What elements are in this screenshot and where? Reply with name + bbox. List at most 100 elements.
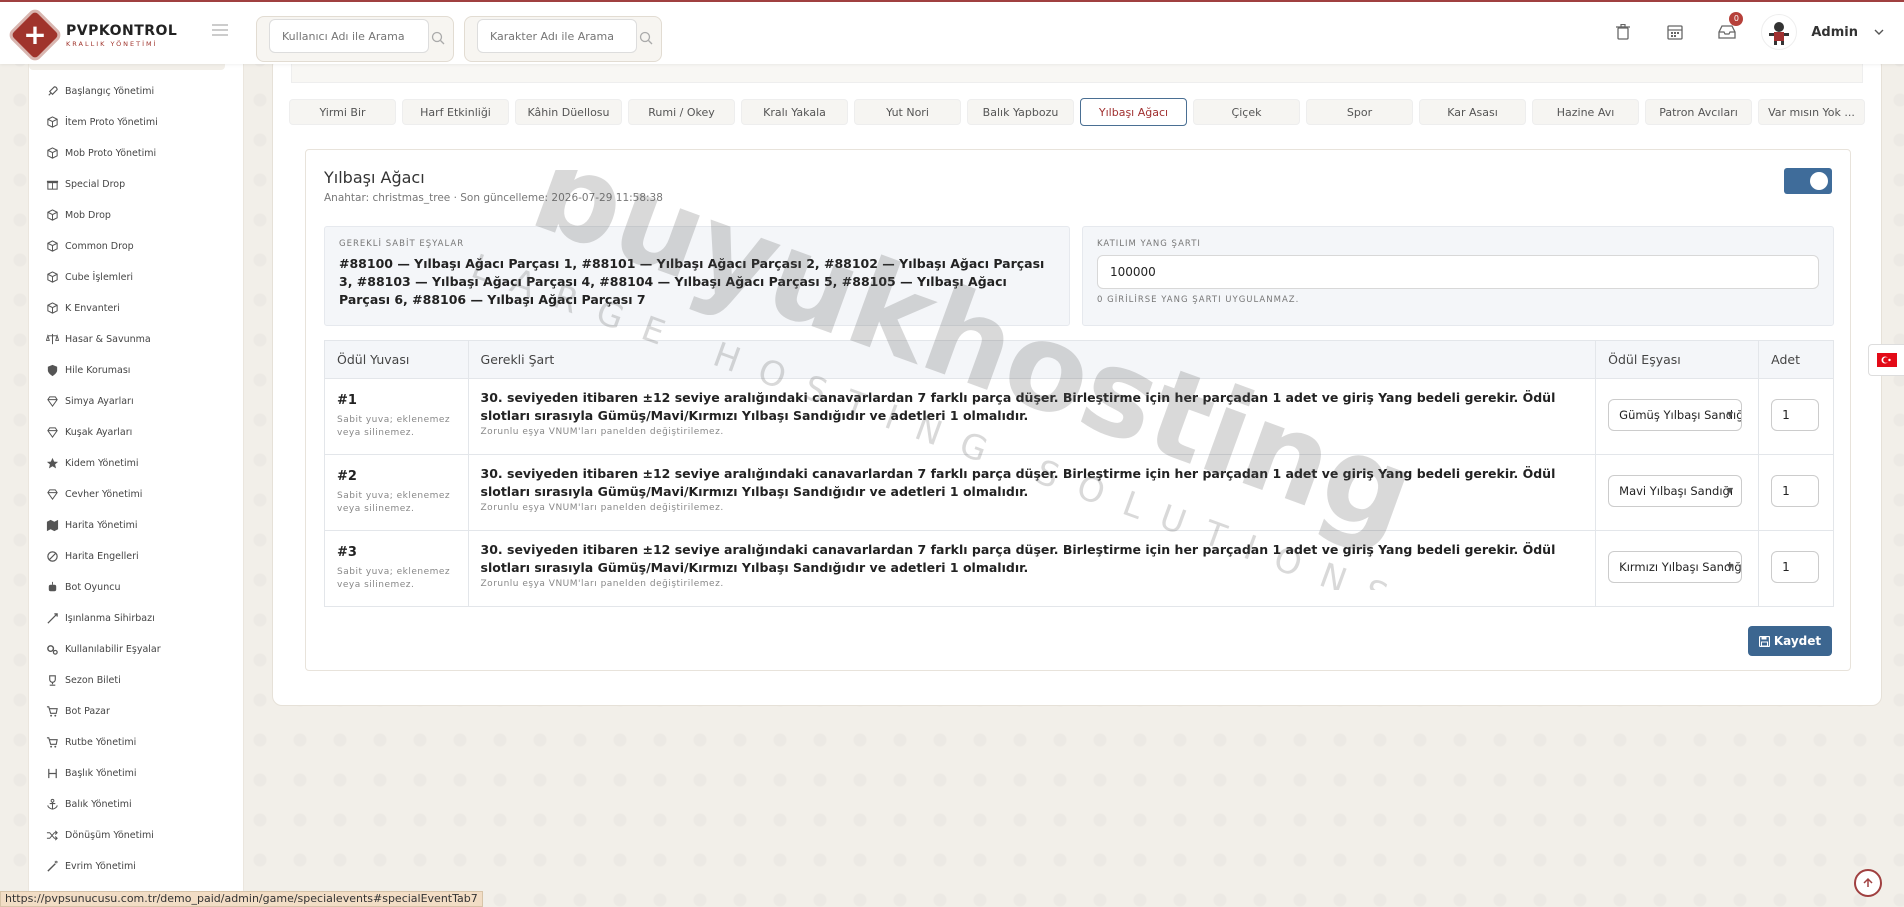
sidebar-item-label: Hasar & Savunma: [65, 333, 151, 345]
sidebar-item[interactable]: Dönüşüm Yönetimi: [29, 820, 245, 850]
search-icon[interactable]: [639, 31, 653, 45]
sidebar-item[interactable]: Kullanılabilir Eşyalar: [29, 634, 245, 664]
sidebar-item-label: Balık Yönetimi: [65, 798, 132, 810]
reward-select[interactable]: Mavi Yılbaşı Sandığı ▼: [1608, 475, 1743, 507]
language-flag-icon[interactable]: [1868, 344, 1904, 376]
sidebar-item[interactable]: Başlık Yönetimi: [29, 758, 245, 788]
tab-event[interactable]: Balık Yapbozu: [967, 99, 1074, 125]
gift-icon: [45, 177, 59, 191]
trash-icon[interactable]: [1597, 14, 1649, 50]
tab-event[interactable]: Harf Etkinliği: [402, 99, 509, 125]
sidebar-item[interactable]: Special Drop: [29, 169, 245, 199]
calendar-icon[interactable]: [1649, 14, 1701, 50]
sidebar-item-label: Başlık Yönetimi: [65, 767, 137, 779]
save-button[interactable]: Kaydet: [1748, 626, 1832, 656]
col-reward: Ödül Eşyası: [1595, 340, 1760, 379]
condition-note: Zorunlu eşya VNUM'ları panelden değiştir…: [480, 427, 724, 437]
sidebar-item[interactable]: Kidem Yönetimi: [29, 448, 245, 478]
gears-icon: [45, 642, 59, 656]
sidebar-item-label: Simya Ayarları: [65, 395, 134, 407]
col-slot: Ödül Yuvası: [324, 340, 469, 379]
gem-icon: [45, 425, 59, 439]
status-url: https://pvpsunucusu.com.tr/demo_paid/adm…: [0, 891, 483, 907]
sidebar-item-label: Kuşak Ayarları: [65, 426, 133, 438]
sidebar-item[interactable]: Bot Oyuncu: [29, 572, 245, 602]
event-enabled-toggle[interactable]: [1784, 168, 1832, 194]
sidebar-item[interactable]: Balık Yönetimi: [29, 789, 245, 819]
brand-logo: +: [10, 10, 60, 60]
sidebar-item[interactable]: Rutbe Yönetimi: [29, 727, 245, 757]
brand[interactable]: + PVPKONTROL KRALLIK YÖNETİMİ: [10, 10, 177, 60]
sidebar-item[interactable]: Mob Drop: [29, 200, 245, 230]
admin-name[interactable]: Admin: [1811, 25, 1858, 40]
avatar[interactable]: [1761, 14, 1798, 50]
inbox-icon[interactable]: 0: [1701, 12, 1753, 50]
quantity-input[interactable]: 1: [1771, 399, 1820, 431]
chevron-down-icon[interactable]: [1874, 29, 1884, 35]
sidebar-item[interactable]: K Envanteri: [29, 293, 245, 323]
sidebar-item[interactable]: Işınlanma Sihirbazı: [29, 603, 245, 633]
slot-number: #2: [337, 469, 357, 484]
gem-icon: [45, 394, 59, 408]
sidebar-item[interactable]: Cevher Yönetimi: [29, 479, 245, 509]
cube-icon: [45, 270, 59, 284]
tab-event[interactable]: Yirmi Bir: [289, 99, 396, 125]
reward-select[interactable]: Gümüş Yılbaşı Sandığı ▼: [1608, 399, 1743, 431]
tab-event[interactable]: Spor: [1306, 99, 1413, 125]
sidebar-item-label: Sezon Bileti: [65, 674, 121, 686]
gem-icon: [45, 487, 59, 501]
sidebar-item[interactable]: Common Drop: [29, 231, 245, 261]
scroll-to-top-button[interactable]: [1854, 869, 1882, 897]
teleport-icon: [45, 611, 59, 625]
heading-icon: [45, 766, 59, 780]
menu-toggle-icon[interactable]: [212, 24, 228, 36]
cube-icon: [45, 146, 59, 160]
tab-event[interactable]: Rumi / Okey: [628, 99, 735, 125]
required-items-text: #88100 — Yılbaşı Ağacı Parçası 1, #88101…: [339, 256, 1045, 307]
sidebar-item[interactable]: İtem Proto Yönetimi: [29, 107, 245, 137]
table-row: #1 Sabit yuva; eklenemez veya silinemez. 3…: [324, 378, 1834, 455]
sidebar-item[interactable]: Sezon Bileti: [29, 665, 245, 695]
tab-event[interactable]: Var mısın Yok ...: [1758, 99, 1865, 125]
tab-event[interactable]: Kâhin Düellosu: [515, 99, 622, 125]
bot-icon: [45, 580, 59, 594]
rewards-table: Ödül Yuvası Gerekli Şart Ödül Eşyası Ade…: [324, 340, 1834, 607]
reward-select[interactable]: Kırmızı Yılbaşı Sandığı ▼: [1608, 551, 1743, 583]
required-items-box: GEREKLİ SABİT EŞYALAR #88100 — Yılbaşı A…: [324, 226, 1070, 326]
arrow-up-icon: [1863, 877, 1873, 887]
tab-event[interactable]: Hazine Avı: [1532, 99, 1639, 125]
tab-event[interactable]: Çiçek: [1193, 99, 1300, 125]
sidebar-item[interactable]: Harita Yönetimi: [29, 510, 245, 540]
sidebar-item[interactable]: Hasar & Savunma: [29, 324, 245, 354]
sidebar-item[interactable]: Evrim Yönetimi: [29, 851, 245, 881]
tab-event[interactable]: Yılbaşı Ağacı: [1080, 98, 1187, 126]
sidebar-item[interactable]: Harita Engelleri: [29, 541, 245, 571]
reward-select-value: Mavi Yılbaşı Sandığı: [1619, 484, 1734, 498]
top-bar: + PVPKONTROL KRALLIK YÖNETİMİ 0 Admin: [0, 0, 1904, 64]
brand-subtitle: KRALLIK YÖNETİMİ: [66, 39, 158, 48]
trophy-icon: [45, 673, 59, 687]
sidebar-item[interactable]: Kuşak Ayarları: [29, 417, 245, 447]
cube-icon: [45, 115, 59, 129]
sidebar-item[interactable]: Bot Pazar: [29, 696, 245, 726]
sidebar-item[interactable]: Başlangıç Yönetimi: [29, 76, 245, 106]
character-search-input[interactable]: [477, 19, 637, 53]
slot-number: #3: [337, 545, 357, 560]
tab-event[interactable]: Patron Avcıları: [1645, 99, 1752, 125]
sidebar-item[interactable]: Simya Ayarları: [29, 386, 245, 416]
search-icon[interactable]: [431, 31, 445, 45]
quantity-input[interactable]: 1: [1771, 551, 1820, 583]
sidebar-item[interactable]: Mob Proto Yönetimi: [29, 138, 245, 168]
tab-event[interactable]: Kralı Yakala: [741, 99, 848, 125]
user-search-input[interactable]: [269, 19, 429, 53]
sidebar-item[interactable]: Hile Koruması: [29, 355, 245, 385]
quantity-input[interactable]: 1: [1771, 475, 1820, 507]
yang-input[interactable]: 100000: [1097, 255, 1819, 289]
tab-event[interactable]: Kar Asası: [1419, 99, 1526, 125]
star-icon: [45, 456, 59, 470]
reward-select-value: Kırmızı Yılbaşı Sandığı: [1619, 560, 1743, 574]
sidebar-item[interactable]: Cube İşlemleri: [29, 262, 245, 292]
chevron-down-icon: ▼: [1727, 486, 1734, 495]
sidebar-item-label: Işınlanma Sihirbazı: [65, 612, 155, 624]
tab-event[interactable]: Yut Nori: [854, 99, 961, 125]
